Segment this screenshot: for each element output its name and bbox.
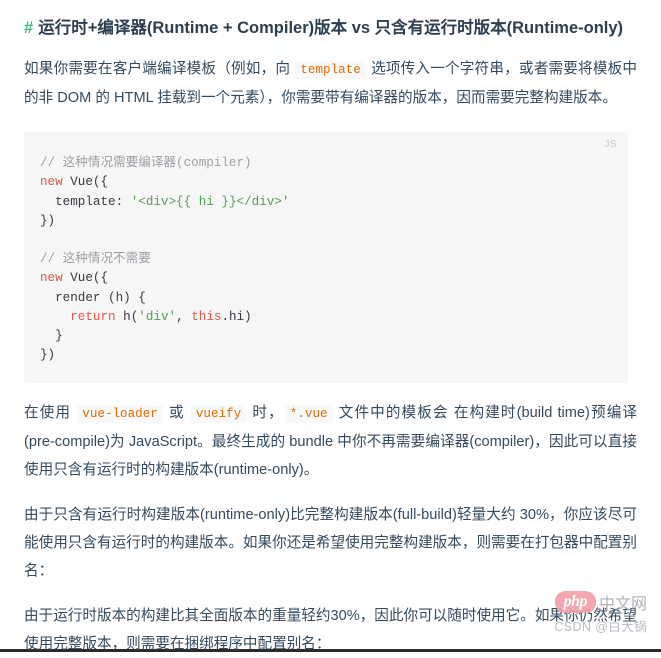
code-vue-open-2: Vue({ bbox=[62, 271, 109, 286]
code-div-string: 'div' bbox=[138, 309, 177, 324]
p2-part2: 或 bbox=[163, 405, 190, 422]
paragraph-compiler-needed: 如果你需要在客户端编译模板（例如，向 template 选项传入一个字符串，或者… bbox=[24, 55, 637, 112]
code-template-key: template: bbox=[40, 194, 131, 209]
heading-text: 运行时+编译器(Runtime + Compiler)版本 vs 只含有运行时版… bbox=[38, 19, 624, 37]
p1-part1: 如果你需要在客户端编译模板（例如，向 bbox=[24, 61, 295, 78]
code-return-fn: h( bbox=[115, 309, 139, 324]
code-close-1: }) bbox=[40, 213, 56, 228]
code-brace-close: } bbox=[40, 329, 63, 344]
inline-code-vue-file: *.vue bbox=[284, 405, 333, 424]
code-template-value: '<div>{{ hi }}</div>' bbox=[130, 194, 290, 209]
p2-part3: 时， bbox=[247, 405, 284, 422]
code-comma: , bbox=[176, 309, 192, 324]
code-keyword-new-2: new bbox=[40, 271, 63, 286]
paragraph-vue-loader: 在使用 vue-loader 或 vueify 时， *.vue 文件中的模板会 … bbox=[24, 399, 637, 484]
code-hi-prop: .hi) bbox=[221, 309, 252, 324]
code-content: // 这种情况需要编译器(compiler) new Vue({ templat… bbox=[40, 154, 612, 365]
code-vue-open-1: Vue({ bbox=[62, 175, 109, 190]
code-render-line: render (h) { bbox=[40, 290, 146, 305]
p2-part1: 在使用 bbox=[24, 405, 77, 422]
inline-code-template: template bbox=[295, 61, 366, 80]
code-language-label: JS bbox=[604, 139, 617, 151]
page-title: # 运行时+编译器(Runtime + Compiler)版本 vs 只含有运行时… bbox=[24, 17, 637, 39]
code-keyword-new-1: new bbox=[40, 175, 63, 190]
inline-code-vue-loader: vue-loader bbox=[77, 405, 163, 424]
code-comment-2: // 这种情况不需要 bbox=[40, 252, 151, 267]
code-block-js: JS // 这种情况需要编译器(compiler) new Vue({ temp… bbox=[24, 132, 628, 384]
inline-code-vueify: vueify bbox=[190, 405, 247, 424]
code-keyword-this: this bbox=[191, 309, 222, 324]
article-page: # 运行时+编译器(Runtime + Compiler)版本 vs 只含有运行时… bbox=[0, 17, 661, 658]
paragraph-runtime-size-alt: 由于运行时版本的构建比其全面版本的重量轻约30%，因此你可以随时使用它。如果你仍… bbox=[24, 608, 637, 653]
code-keyword-return: return bbox=[70, 309, 116, 324]
code-close-2: }) bbox=[40, 348, 56, 363]
heading-anchor-icon[interactable]: # bbox=[24, 19, 33, 37]
paragraph-runtime-size: 由于只含有运行时构建版本(runtime-only)比完整构建版本(full-b… bbox=[24, 507, 637, 580]
code-comment-1: // 这种情况需要编译器(compiler) bbox=[40, 156, 252, 171]
